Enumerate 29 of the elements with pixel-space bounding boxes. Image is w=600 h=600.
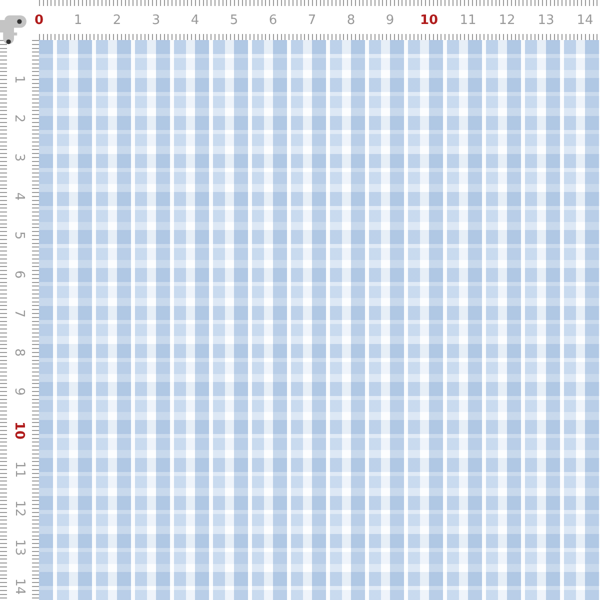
- ruler-number: 6: [12, 270, 27, 279]
- ruler-number: 2: [112, 12, 122, 28]
- ruler-number: 7: [12, 309, 27, 318]
- ruler-number: 10: [12, 421, 27, 440]
- ruler-number: 1: [72, 12, 84, 28]
- ruler-number: 14: [12, 578, 27, 595]
- ruler-number: 13: [12, 539, 27, 556]
- ruler-number: 7: [306, 12, 318, 28]
- ruler-number: 4: [12, 192, 27, 201]
- ruler-number: 5: [228, 12, 240, 28]
- ruler-number: 8: [346, 12, 356, 28]
- ruler-number: 11: [458, 12, 478, 28]
- ruler-number: 1: [12, 75, 27, 84]
- ruler-number: 12: [498, 12, 516, 28]
- ruler-number: 9: [12, 387, 27, 396]
- ruler-number: 11: [12, 461, 27, 478]
- ruler-number: 9: [384, 12, 396, 28]
- ruler-number: 0: [33, 12, 45, 28]
- ruler-number: 3: [150, 12, 162, 28]
- ruler-number: 14: [576, 12, 594, 28]
- ruler-number: 13: [536, 12, 556, 28]
- ruler-number: 5: [12, 231, 27, 240]
- ruler-number: 3: [12, 153, 27, 162]
- ruler-number: 4: [190, 12, 200, 28]
- ruler-number: 6: [268, 12, 278, 28]
- ruler-number: 10: [418, 12, 440, 28]
- ruler-number: 8: [12, 348, 27, 357]
- ruler-number: 2: [12, 114, 27, 123]
- ruler-number: 12: [12, 500, 27, 517]
